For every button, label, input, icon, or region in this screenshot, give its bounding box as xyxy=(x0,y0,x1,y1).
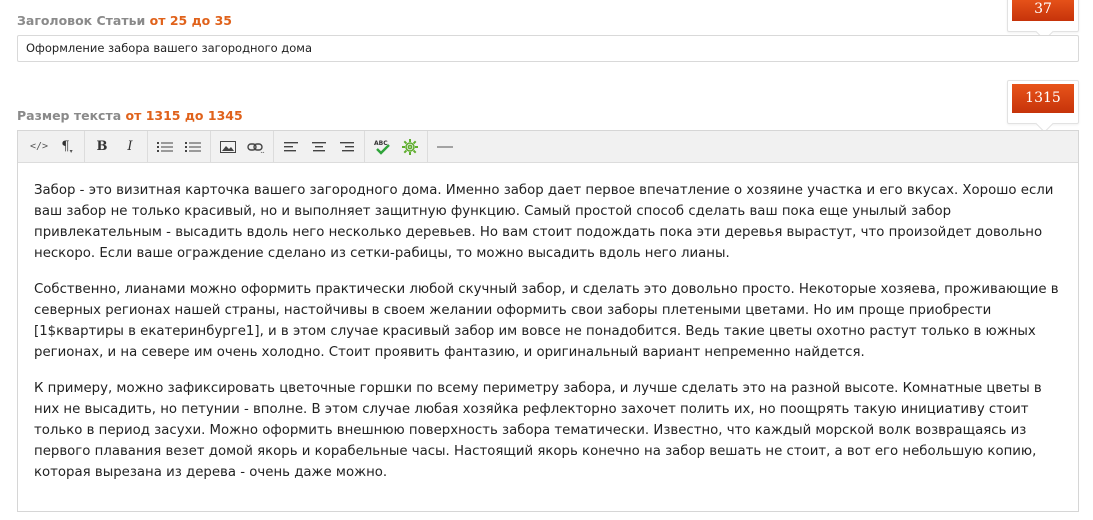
horizontal-rule-button[interactable] xyxy=(431,135,459,159)
align-center-icon xyxy=(312,141,326,151)
dropdown-arrow-icon: ▾ xyxy=(69,149,73,155)
paragraph-1: Забор - это визитная карточка вашего заг… xyxy=(34,183,1054,261)
rich-text-editor: </> ¶ ▾ B I ABC Забор - это визитная кар… xyxy=(17,130,1079,512)
title-range-text: от 25 до 35 xyxy=(149,13,233,28)
toolbar-group-rule xyxy=(428,131,462,163)
image-icon xyxy=(220,140,236,153)
bold-icon: B xyxy=(96,139,108,154)
text-counter-value: 1315 xyxy=(1012,84,1074,113)
bold-button[interactable]: B xyxy=(88,135,116,159)
html-source-button[interactable]: </> xyxy=(25,135,53,159)
text-label-text: Размер текста xyxy=(17,108,122,123)
horizontal-rule-icon xyxy=(437,146,453,147)
unordered-list-button[interactable] xyxy=(151,135,179,159)
toolbar-group-media xyxy=(211,130,274,163)
title-char-counter: 37 xyxy=(1007,0,1079,32)
paragraph-2: Собственно, лианами можно оформить практ… xyxy=(34,282,1059,360)
title-counter-value: 37 xyxy=(1012,0,1074,21)
settings-button[interactable] xyxy=(396,135,424,159)
text-field-label: Размер текста от 1315 до 1345 xyxy=(17,108,243,123)
toolbar-group-align xyxy=(274,130,365,163)
bullet-list-icon xyxy=(157,141,173,152)
editor-toolbar: </> ¶ ▾ B I ABC xyxy=(18,130,1078,163)
title-field-label: Заголовок Статьи от 25 до 35 xyxy=(17,13,232,28)
ordered-list-button[interactable] xyxy=(179,135,207,159)
text-range-text: от 1315 до 1345 xyxy=(125,108,243,123)
link-icon xyxy=(247,142,265,153)
title-input[interactable]: Оформление забора вашего загородного дом… xyxy=(17,35,1079,62)
spellcheck-button[interactable]: ABC xyxy=(368,135,396,159)
code-icon: </> xyxy=(29,141,49,152)
insert-image-button[interactable] xyxy=(214,135,242,159)
align-left-icon xyxy=(284,141,298,151)
align-center-button[interactable] xyxy=(305,135,333,159)
align-right-button[interactable] xyxy=(333,135,361,159)
italic-icon: I xyxy=(127,139,133,154)
paragraph-format-button[interactable]: ¶ ▾ xyxy=(53,135,81,159)
toolbar-group-tools: ABC xyxy=(365,130,428,163)
editor-content[interactable]: Забор - это визитная карточка вашего заг… xyxy=(18,163,1078,483)
align-right-icon xyxy=(340,141,354,151)
numbered-list-icon xyxy=(185,141,201,152)
insert-link-button[interactable] xyxy=(242,135,270,159)
toolbar-group-source: </> ¶ ▾ xyxy=(22,130,85,163)
svg-text:ABC: ABC xyxy=(374,140,388,147)
toolbar-group-lists xyxy=(148,130,211,163)
pilcrow-icon: ¶ xyxy=(61,139,70,154)
toolbar-group-style: B I xyxy=(85,130,148,163)
paragraph-3: К примеру, можно зафиксировать цветочные… xyxy=(34,381,1042,480)
text-char-counter: 1315 xyxy=(1007,80,1079,124)
spellcheck-icon: ABC xyxy=(374,140,390,155)
gear-icon xyxy=(402,138,418,155)
title-label-text: Заголовок Статьи xyxy=(17,13,146,28)
align-left-button[interactable] xyxy=(277,135,305,159)
italic-button[interactable]: I xyxy=(116,135,144,159)
